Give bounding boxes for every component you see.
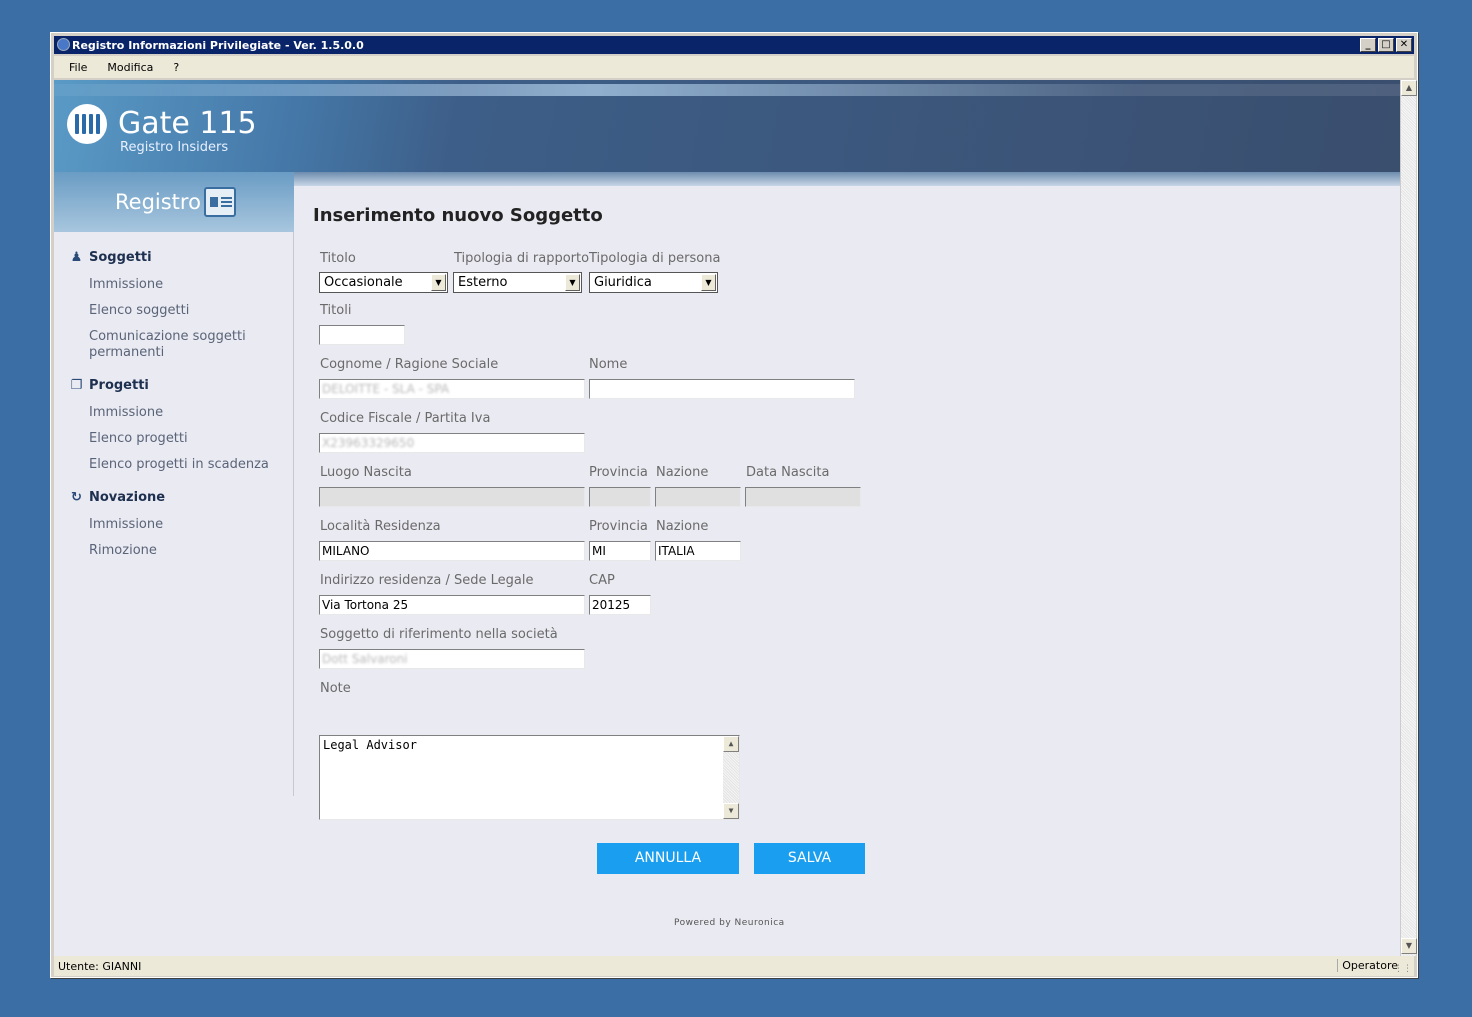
- tipologia-persona-select[interactable]: Giuridica ▼: [589, 272, 718, 293]
- sidebar-section-progetti: ❐ Progetti: [70, 377, 149, 393]
- sidebar-item-rimozione[interactable]: Rimozione: [89, 543, 157, 558]
- registry-card-icon: [204, 187, 236, 217]
- status-role: Operatore: [1337, 959, 1398, 972]
- refresh-icon: ↻: [71, 489, 82, 505]
- sidebar-item-progetti-scadenza[interactable]: Elenco progetti in scadenza: [89, 457, 269, 472]
- scroll-down-icon[interactable]: ▼: [1401, 938, 1417, 954]
- app-window: Registro Informazioni Privilegiate - Ver…: [50, 32, 1418, 978]
- nome-label: Nome: [589, 357, 628, 372]
- annulla-button[interactable]: ANNULLA: [597, 843, 739, 874]
- nazione-nascita-input: [655, 487, 741, 507]
- sidebar: Registro ♟ Soggetti Immissione Elenco so…: [54, 172, 294, 796]
- luogo-nascita-input: [319, 487, 585, 507]
- note-textarea[interactable]: Legal Advisor ▲ ▼: [319, 735, 740, 820]
- cap-input[interactable]: 20125: [589, 595, 651, 615]
- page-title: Inserimento nuovo Soggetto: [313, 205, 603, 226]
- titolo-label: Titolo: [320, 251, 356, 266]
- app-icon: [57, 38, 70, 51]
- sidebar-section-soggetti: ♟ Soggetti: [70, 249, 152, 265]
- minimize-button[interactable]: _: [1360, 38, 1376, 52]
- cognome-label: Cognome / Ragione Sociale: [320, 357, 499, 372]
- scroll-down-icon[interactable]: ▼: [723, 803, 739, 819]
- luogo-nascita-label: Luogo Nascita: [320, 465, 412, 480]
- titoli-input[interactable]: [319, 325, 405, 345]
- cognome-input[interactable]: DELOITTE - SLA - SPA: [319, 379, 585, 399]
- maximize-button[interactable]: □: [1378, 38, 1394, 52]
- status-user: Utente: GIANNI: [58, 960, 142, 973]
- sidebar-item-soggetti-immissione[interactable]: Immissione: [89, 277, 163, 292]
- status-bar: Utente: GIANNI Operatore ⋮⋮: [54, 956, 1414, 976]
- sidebar-item-comunicazione-soggetti[interactable]: Comunicazione soggetti permanenti: [89, 329, 269, 361]
- close-button[interactable]: ✕: [1396, 38, 1412, 52]
- localita-residenza-label: Località Residenza: [320, 519, 441, 534]
- codice-fiscale-label: Codice Fiscale / Partita Iva: [320, 411, 491, 426]
- provincia-residenza-label: Provincia: [589, 519, 648, 534]
- tipologia-rapporto-select[interactable]: Esterno ▼: [453, 272, 582, 293]
- menu-modifica[interactable]: Modifica: [107, 61, 163, 74]
- provincia-residenza-input[interactable]: MI: [589, 541, 651, 561]
- codice-fiscale-input[interactable]: X23963329650: [319, 433, 585, 453]
- window-controls: _ □ ✕: [1360, 38, 1412, 52]
- menu-bar: File Modifica ?: [54, 56, 1414, 78]
- gate-logo-icon: [67, 104, 107, 144]
- resize-grip-icon[interactable]: ⋮⋮: [1394, 964, 1412, 974]
- logo-subtitle: Registro Insiders: [120, 140, 229, 155]
- titolo-select[interactable]: Occasionale ▼: [319, 272, 448, 293]
- nazione-residenza-input[interactable]: ITALIA: [655, 541, 741, 561]
- data-nascita-input: [745, 487, 861, 507]
- nazione-residenza-label: Nazione: [656, 519, 709, 534]
- soggetto-riferimento-input[interactable]: Dott Salvaroni: [319, 649, 585, 669]
- powered-by: Powered by Neuronica: [674, 918, 785, 928]
- indirizzo-label: Indirizzo residenza / Sede Legale: [320, 573, 534, 588]
- menu-help[interactable]: ?: [173, 61, 189, 74]
- localita-residenza-input[interactable]: MILANO: [319, 541, 585, 561]
- client-area: Gate 115 Registro Insiders Registro ♟ So…: [54, 80, 1400, 956]
- window-title: Registro Informazioni Privilegiate - Ver…: [72, 38, 364, 52]
- documents-icon: ❐: [70, 377, 83, 393]
- provincia-nascita-input: [589, 487, 651, 507]
- soggetto-riferimento-label: Soggetto di riferimento nella società: [320, 627, 558, 642]
- nazione-nascita-label: Nazione: [656, 465, 709, 480]
- sidebar-item-elenco-progetti[interactable]: Elenco progetti: [89, 431, 188, 446]
- tipologia-rapporto-label: Tipologia di rapporto: [454, 251, 590, 266]
- sidebar-header: Registro: [54, 172, 294, 232]
- chevron-down-icon[interactable]: ▼: [701, 274, 716, 291]
- cap-label: CAP: [589, 573, 615, 588]
- main-scrollbar[interactable]: ▲ ▼: [1400, 80, 1417, 956]
- sidebar-item-progetti-immissione[interactable]: Immissione: [89, 405, 163, 420]
- content-stripe: [294, 172, 1400, 186]
- note-scrollbar[interactable]: ▲ ▼: [723, 736, 739, 819]
- app-header: Gate 115 Registro Insiders: [54, 80, 1400, 172]
- tipologia-persona-label: Tipologia di persona: [589, 251, 721, 266]
- titoli-label: Titoli: [320, 303, 352, 318]
- indirizzo-input[interactable]: Via Tortona 25: [319, 595, 585, 615]
- title-bar[interactable]: Registro Informazioni Privilegiate - Ver…: [54, 36, 1414, 54]
- chevron-down-icon[interactable]: ▼: [431, 274, 446, 291]
- data-nascita-label: Data Nascita: [746, 465, 830, 480]
- nome-input[interactable]: [589, 379, 855, 399]
- chevron-down-icon[interactable]: ▼: [565, 274, 580, 291]
- menu-file[interactable]: File: [69, 61, 97, 74]
- person-icon: ♟: [70, 249, 83, 265]
- logo-title: Gate 115: [118, 106, 257, 141]
- sidebar-item-elenco-soggetti[interactable]: Elenco soggetti: [89, 303, 189, 318]
- sidebar-item-novazione-immissione[interactable]: Immissione: [89, 517, 163, 532]
- scroll-up-icon[interactable]: ▲: [1401, 80, 1417, 96]
- note-label: Note: [320, 681, 351, 696]
- sidebar-title: Registro: [115, 190, 201, 214]
- scroll-up-icon[interactable]: ▲: [723, 736, 739, 752]
- provincia-nascita-label: Provincia: [589, 465, 648, 480]
- sidebar-section-novazione: ↻ Novazione: [71, 489, 166, 505]
- header-glow: [54, 84, 1400, 96]
- salva-button[interactable]: SALVA: [754, 843, 865, 874]
